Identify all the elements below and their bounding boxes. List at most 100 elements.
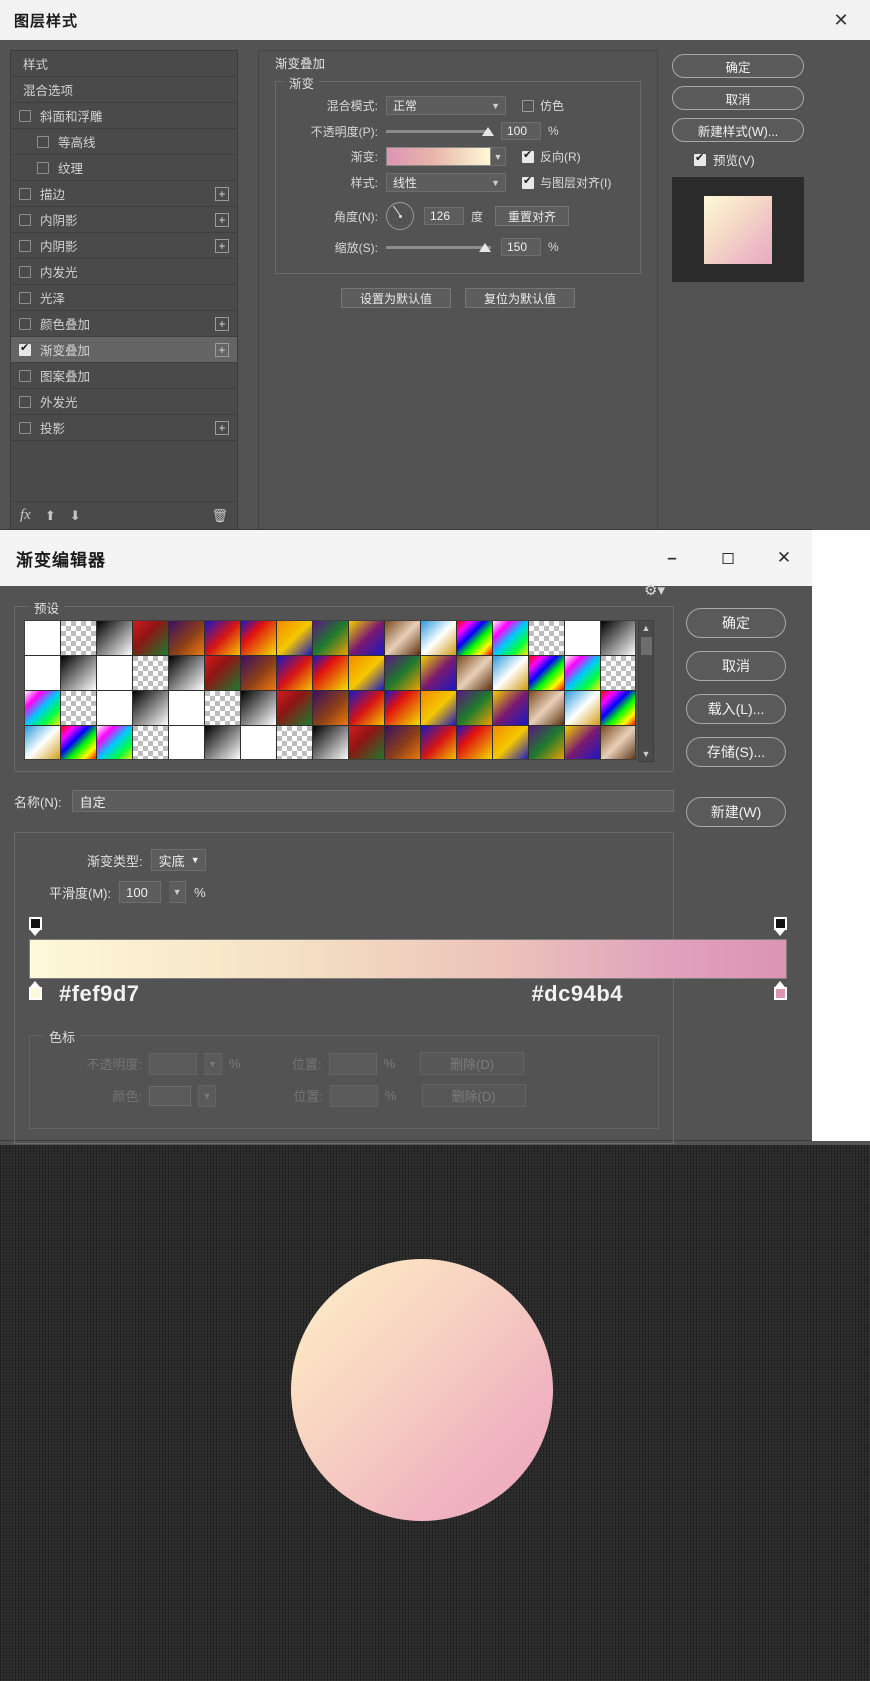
- preset-swatch[interactable]: [601, 691, 635, 726]
- cancel-button[interactable]: 取消: [672, 86, 804, 110]
- add-effect-icon[interactable]: +: [215, 420, 229, 435]
- preset-swatch[interactable]: [601, 656, 635, 691]
- preset-swatch[interactable]: [97, 726, 133, 759]
- checkbox-satin[interactable]: [19, 291, 31, 304]
- maximize-icon[interactable]: ◻: [700, 530, 756, 586]
- chevron-up-icon[interactable]: ▲: [642, 623, 651, 633]
- ge-new-button[interactable]: 新建(W): [686, 797, 786, 827]
- preset-swatch[interactable]: [349, 726, 385, 759]
- preset-swatch[interactable]: [277, 621, 313, 656]
- sidebar-item-blending-options[interactable]: 混合选项: [11, 77, 237, 103]
- checkbox-inner-shadow[interactable]: [19, 213, 31, 226]
- add-effect-icon[interactable]: +: [215, 238, 229, 253]
- name-input[interactable]: 自定: [71, 790, 674, 812]
- gear-icon[interactable]: ⚙▾: [644, 581, 665, 599]
- close-icon[interactable]: ✕: [826, 5, 856, 35]
- gradient-swatch[interactable]: [386, 147, 491, 166]
- scale-slider[interactable]: [386, 239, 491, 255]
- preset-swatch[interactable]: [25, 656, 61, 691]
- sidebar-item-inner-shadow[interactable]: 内阴影 +: [11, 207, 237, 233]
- preset-swatch[interactable]: [97, 621, 133, 656]
- preset-swatch[interactable]: [277, 726, 313, 759]
- slider-thumb[interactable]: [482, 127, 494, 136]
- preset-swatch[interactable]: [349, 656, 385, 691]
- sidebar-item-gradient-overlay[interactable]: 渐变叠加 +: [11, 337, 237, 363]
- checkbox-texture[interactable]: [37, 161, 49, 174]
- preset-swatch[interactable]: [241, 726, 277, 759]
- preset-swatch[interactable]: [313, 691, 349, 726]
- preset-swatch[interactable]: [241, 621, 277, 656]
- preset-swatch[interactable]: [601, 726, 635, 759]
- preset-swatch[interactable]: [565, 656, 601, 691]
- preset-swatch[interactable]: [169, 726, 205, 759]
- preset-swatch[interactable]: [133, 621, 169, 656]
- color-stop-right[interactable]: [774, 981, 787, 1000]
- preset-swatch[interactable]: [493, 656, 529, 691]
- preset-swatch[interactable]: [205, 656, 241, 691]
- preset-swatch[interactable]: [457, 691, 493, 726]
- scroll-handle[interactable]: [641, 637, 652, 655]
- sidebar-item-color-overlay[interactable]: 颜色叠加 +: [11, 311, 237, 337]
- preset-swatch[interactable]: [349, 691, 385, 726]
- preset-swatch[interactable]: [421, 726, 457, 759]
- preset-swatch[interactable]: [25, 691, 61, 726]
- preset-swatch[interactable]: [133, 726, 169, 759]
- preset-swatch[interactable]: [277, 691, 313, 726]
- checkbox-outer-glow[interactable]: [19, 395, 31, 408]
- preset-swatch[interactable]: [493, 726, 529, 759]
- preset-swatch[interactable]: [169, 691, 205, 726]
- checkbox-inner-shadow-2[interactable]: [19, 239, 31, 252]
- checkbox-color-overlay[interactable]: [19, 317, 31, 330]
- preview-checkbox[interactable]: 预览(V): [694, 150, 850, 169]
- sidebar-item-outer-glow[interactable]: 外发光: [11, 389, 237, 415]
- preset-swatch[interactable]: [205, 691, 241, 726]
- checkbox-gradient-overlay[interactable]: [19, 342, 31, 356]
- preset-swatch[interactable]: [493, 621, 529, 656]
- sidebar-item-inner-shadow-2[interactable]: 内阴影 +: [11, 233, 237, 259]
- preset-swatch[interactable]: [61, 726, 97, 759]
- add-effect-icon[interactable]: +: [215, 342, 229, 357]
- preset-swatch[interactable]: [529, 621, 565, 656]
- presets-scrollbar[interactable]: ▲ ▼: [638, 620, 654, 762]
- set-default-button[interactable]: 设置为默认值: [341, 288, 451, 308]
- opacity-stop-right[interactable]: [774, 917, 787, 936]
- preset-swatch[interactable]: [385, 656, 421, 691]
- opacity-slider[interactable]: [386, 123, 494, 139]
- preset-swatch[interactable]: [133, 691, 169, 726]
- gradient-circle[interactable]: [291, 1259, 553, 1521]
- arrow-down-icon[interactable]: ⬇: [70, 508, 81, 524]
- preset-swatch[interactable]: [205, 726, 241, 759]
- preset-swatch[interactable]: [385, 691, 421, 726]
- opacity-stop-left[interactable]: [29, 917, 42, 936]
- preset-swatch[interactable]: [385, 726, 421, 759]
- ge-load-button[interactable]: 载入(L)...: [686, 694, 786, 724]
- preset-swatch[interactable]: [277, 656, 313, 691]
- opacity-input[interactable]: 100: [501, 122, 541, 140]
- preset-swatch[interactable]: [205, 621, 241, 656]
- blend-mode-select[interactable]: 正常 ▼: [386, 96, 506, 115]
- preset-swatch[interactable]: [421, 621, 457, 656]
- preset-swatch[interactable]: [601, 621, 635, 656]
- chevron-down-icon[interactable]: ▼: [642, 749, 651, 759]
- preset-swatch[interactable]: [349, 621, 385, 656]
- checkbox-pattern-overlay[interactable]: [19, 369, 31, 382]
- preset-swatch[interactable]: [97, 691, 133, 726]
- smoothness-chevron-icon[interactable]: ▼: [169, 881, 187, 903]
- angle-dial[interactable]: [386, 202, 414, 230]
- preset-swatch[interactable]: [421, 656, 457, 691]
- slider-thumb[interactable]: [479, 243, 491, 252]
- preset-swatch[interactable]: [25, 726, 61, 759]
- preset-swatch[interactable]: [25, 621, 61, 656]
- ge-save-button[interactable]: 存储(S)...: [686, 737, 786, 767]
- preset-grid[interactable]: [24, 620, 636, 760]
- preset-swatch[interactable]: [457, 656, 493, 691]
- preset-swatch[interactable]: [313, 656, 349, 691]
- sidebar-item-stroke[interactable]: 描边 +: [11, 181, 237, 207]
- preset-swatch[interactable]: [133, 656, 169, 691]
- preset-swatch[interactable]: [61, 656, 97, 691]
- preset-swatch[interactable]: [529, 691, 565, 726]
- sidebar-item-bevel-emboss[interactable]: 斜面和浮雕: [11, 103, 237, 129]
- sidebar-item-satin[interactable]: 光泽: [11, 285, 237, 311]
- sidebar-item-contour[interactable]: 等高线: [11, 129, 237, 155]
- preset-swatch[interactable]: [241, 656, 277, 691]
